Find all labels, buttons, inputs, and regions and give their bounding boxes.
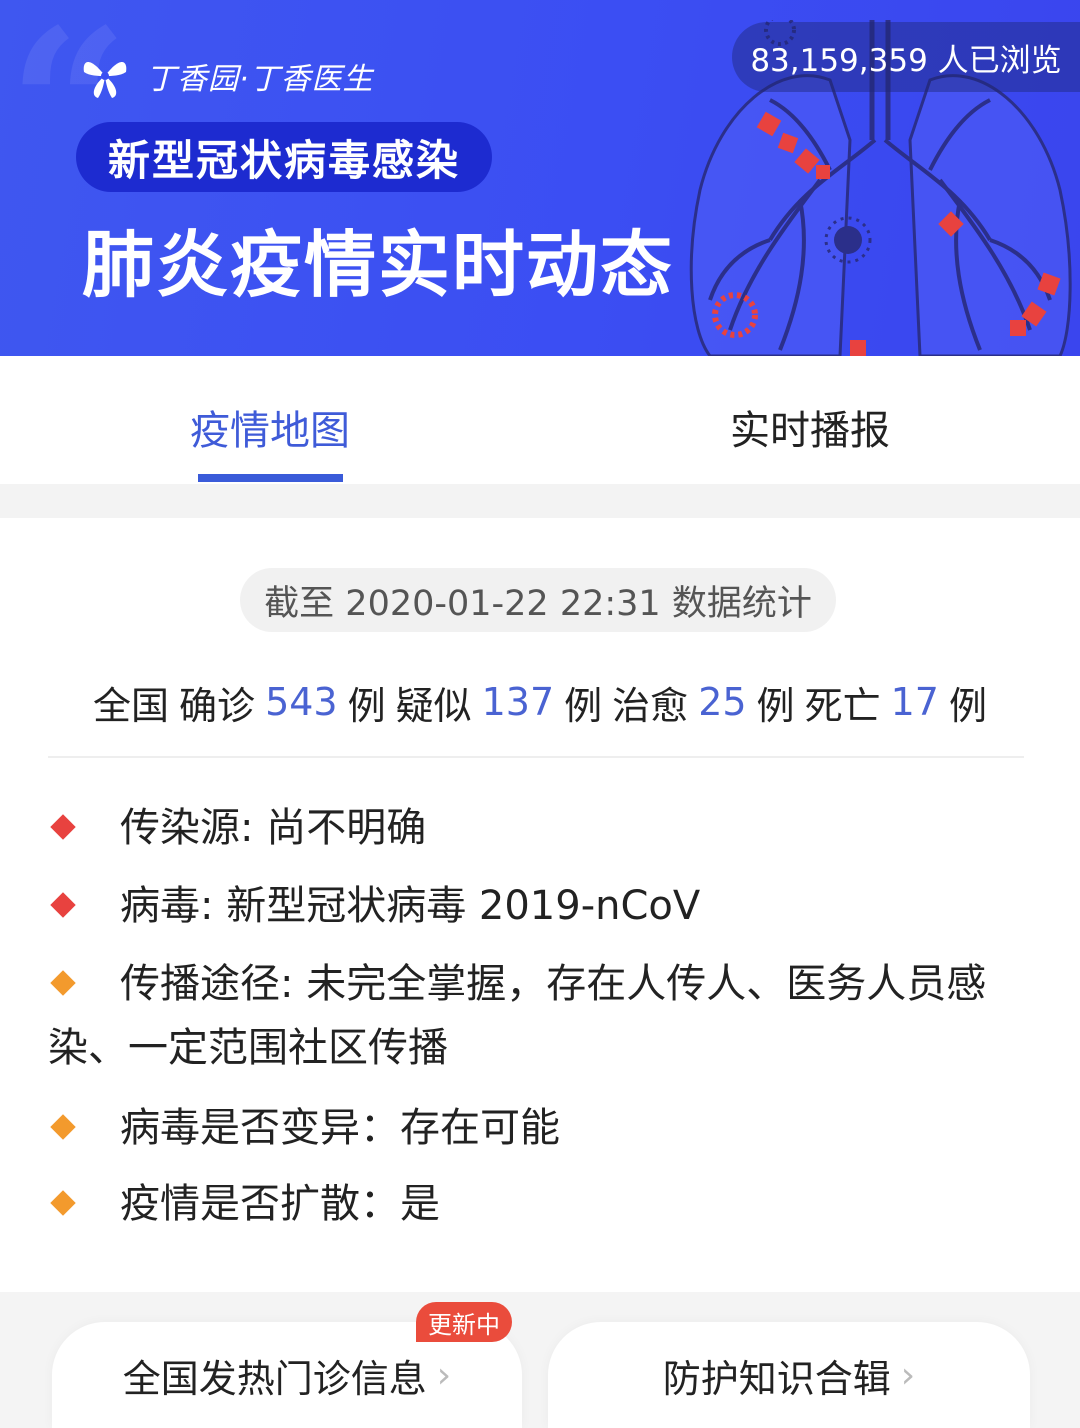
info-item-transmission: 传播途径: 未完全掌握，存在人传人、医务人员感染、一定范围社区传播 bbox=[48, 952, 1028, 1080]
subtitle-pill: 新型冠状病毒感染 bbox=[76, 122, 493, 192]
section-divider bbox=[0, 484, 1080, 518]
dead-label: 死亡 bbox=[804, 683, 881, 728]
tab-bar: 疫情地图 实时播报 bbox=[0, 356, 1080, 484]
view-count-badge: 83,159,359 人已浏览 bbox=[732, 22, 1080, 92]
info-item-spread: 疫情是否扩散：是 bbox=[48, 1172, 1028, 1236]
tab-epidemic-map[interactable]: 疫情地图 bbox=[0, 356, 540, 484]
info-item-virus: 病毒: 新型冠状病毒 2019-nCoV bbox=[48, 874, 1028, 938]
active-tab-indicator bbox=[198, 474, 343, 482]
confirmed-label: 确诊 bbox=[179, 683, 256, 728]
info-item-text: 病毒是否变异：存在可能 bbox=[120, 1105, 560, 1151]
tab-live-reports[interactable]: 实时播报 bbox=[540, 356, 1080, 484]
dead-count: 17 bbox=[890, 680, 939, 724]
data-timestamp: 截至 2020-01-22 22:31 数据统计 bbox=[240, 568, 836, 632]
chevron-right-icon: › bbox=[436, 1354, 452, 1396]
info-item-mutation: 病毒是否变异：存在可能 bbox=[48, 1096, 1028, 1160]
info-item-text: 疫情是否扩散：是 bbox=[120, 1181, 440, 1227]
chevron-right-icon: › bbox=[900, 1354, 916, 1396]
protection-guide-button[interactable]: 防护知识合辑 › bbox=[548, 1322, 1030, 1428]
info-item-text: 传播途径: 未完全掌握，存在人传人、医务人员感染、一定范围社区传播 bbox=[48, 961, 987, 1071]
header-banner: “ 丁香园·丁香医生 新型冠状病毒感染 肺炎疫情实时动态 83,159,359 … bbox=[0, 0, 1080, 356]
suspected-unit: 例 bbox=[564, 683, 603, 728]
suspected-count: 137 bbox=[481, 680, 555, 724]
protection-guide-label: 防护知识合辑 bbox=[662, 1356, 891, 1401]
dead-unit: 例 bbox=[948, 683, 987, 728]
info-item-text: 病毒: 新型冠状病毒 2019-nCoV bbox=[120, 883, 701, 929]
info-item-source: 传染源: 尚不明确 bbox=[48, 796, 1028, 860]
brand-name: 丁香园·丁香医生 bbox=[146, 62, 374, 97]
page-title: 肺炎疫情实时动态 bbox=[82, 223, 675, 307]
confirmed-count: 543 bbox=[265, 680, 338, 724]
clove-logo-icon bbox=[83, 62, 127, 98]
updating-badge: 更新中 bbox=[416, 1302, 512, 1342]
summary-divider bbox=[48, 756, 1024, 758]
confirmed-unit: 例 bbox=[347, 683, 386, 728]
diamond-bullet-icon bbox=[50, 892, 76, 918]
diamond-bullet-icon bbox=[50, 1114, 76, 1140]
cured-unit: 例 bbox=[756, 683, 795, 728]
diamond-bullet-icon bbox=[50, 1190, 76, 1216]
cured-count: 25 bbox=[698, 680, 747, 724]
info-item-text: 传染源: 尚不明确 bbox=[120, 805, 427, 851]
brand-row: 丁香园·丁香医生 bbox=[80, 50, 374, 102]
suspected-label: 疑似 bbox=[395, 683, 472, 728]
cured-label: 治愈 bbox=[612, 683, 689, 728]
diamond-bullet-icon bbox=[50, 970, 76, 996]
summary-prefix: 全国 bbox=[93, 683, 170, 728]
diamond-bullet-icon bbox=[50, 814, 76, 840]
fever-clinic-label: 全国发热门诊信息 bbox=[122, 1356, 427, 1401]
national-summary: 全国 确诊 543 例 疑似 137 例 治愈 25 例 死亡 17 例 bbox=[48, 670, 1032, 734]
